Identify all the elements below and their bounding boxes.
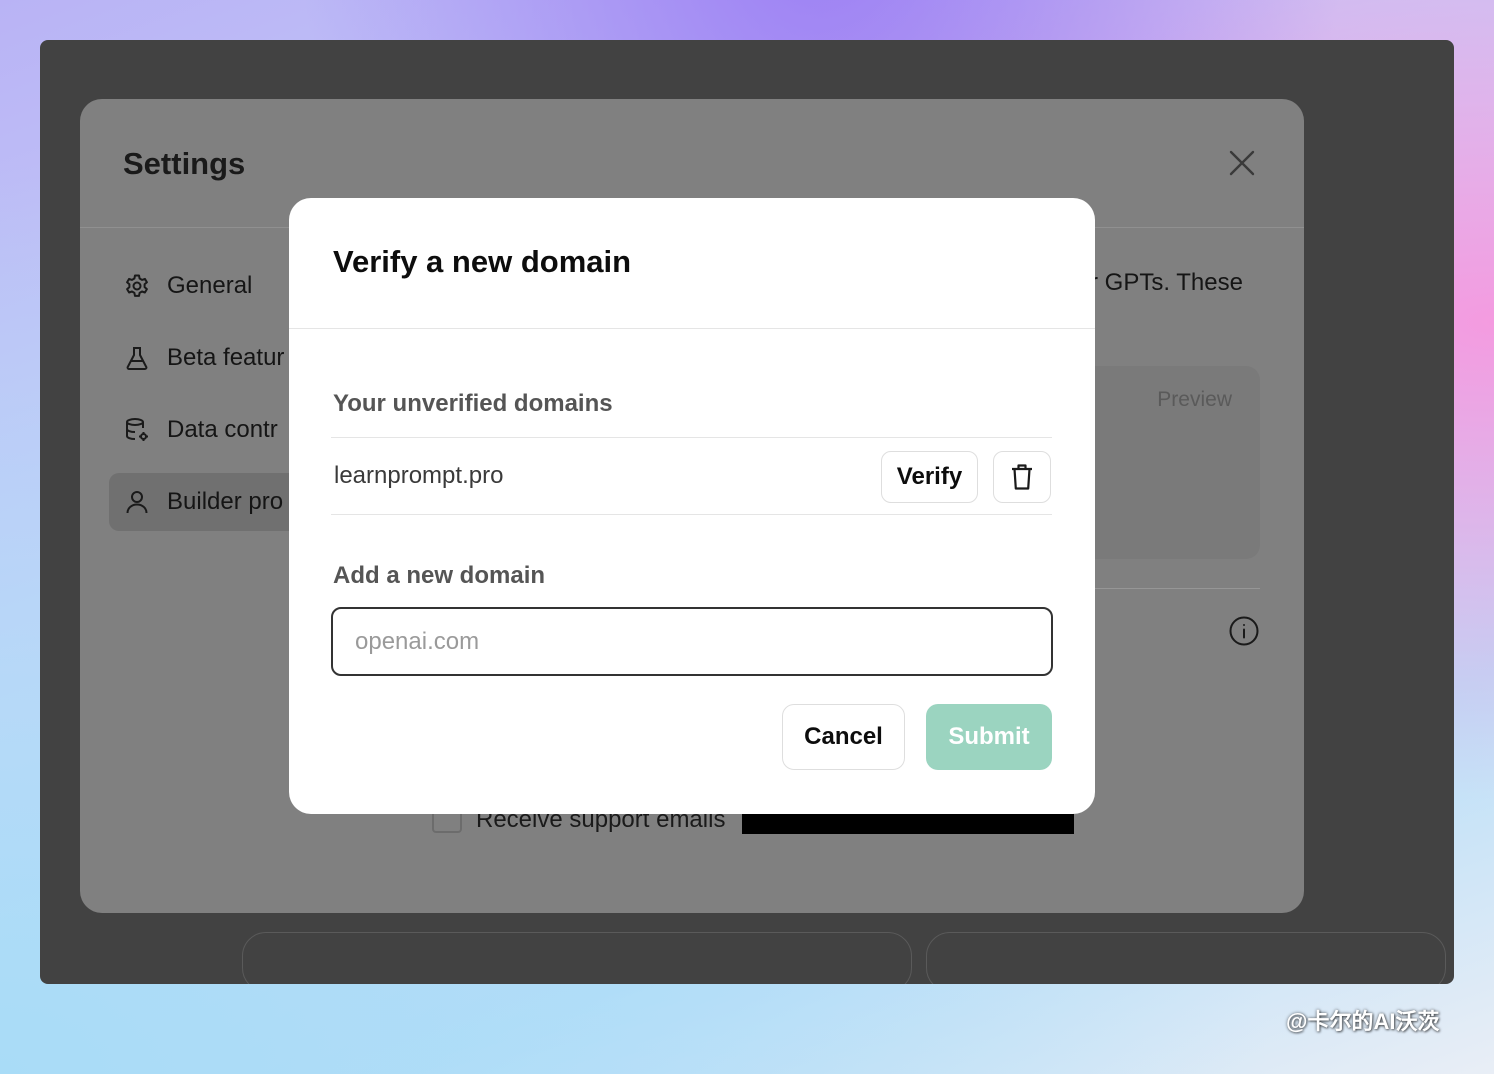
- nav-item-data-controls[interactable]: Data contr: [109, 401, 299, 459]
- background-card: [242, 932, 912, 984]
- database-gear-icon: [124, 417, 150, 443]
- cancel-button[interactable]: Cancel: [782, 704, 905, 770]
- nav-item-label: Data contr: [167, 416, 278, 443]
- verify-button[interactable]: Verify: [881, 451, 978, 503]
- redaction-bar: [742, 812, 1074, 834]
- nav-item-label: Beta featur: [167, 344, 285, 371]
- trash-icon: [1012, 464, 1032, 490]
- new-domain-input[interactable]: [331, 607, 1053, 676]
- user-icon: [124, 489, 150, 515]
- close-button[interactable]: [1226, 147, 1258, 179]
- watermark: @卡尔的AI沃茨: [1286, 1009, 1440, 1034]
- new-domain-label: Add a new domain: [333, 562, 546, 589]
- nav-item-beta-features[interactable]: Beta featur: [109, 329, 299, 387]
- background-cards: [240, 932, 1446, 984]
- background-card: [926, 932, 1446, 984]
- preview-label: Preview: [1157, 388, 1232, 411]
- nav-item-general[interactable]: General: [109, 257, 299, 315]
- flask-icon: [124, 345, 150, 371]
- modal-header: Verify a new domain: [289, 198, 1095, 329]
- gear-icon: [124, 273, 150, 299]
- nav-item-label: General: [167, 272, 253, 299]
- unverified-domains-label: Your unverified domains: [333, 390, 613, 417]
- domain-row: learnprompt.pro Verify: [331, 437, 1052, 515]
- close-icon: [1229, 150, 1255, 176]
- domain-name: learnprompt.pro: [334, 462, 504, 489]
- settings-nav: General Beta featur Data contr Builder p…: [109, 257, 299, 545]
- divider: [1080, 588, 1260, 589]
- delete-domain-button[interactable]: [993, 451, 1051, 503]
- modal-title: Verify a new domain: [333, 244, 632, 279]
- info-icon[interactable]: [1228, 615, 1260, 647]
- nav-item-builder-profile[interactable]: Builder pro: [109, 473, 299, 531]
- verify-domain-modal: Verify a new domain Your unverified doma…: [289, 198, 1095, 814]
- preview-box: Preview: [1080, 366, 1260, 559]
- submit-button[interactable]: Submit: [926, 704, 1052, 770]
- settings-title: Settings: [123, 146, 246, 181]
- nav-item-label: Builder pro: [167, 488, 284, 515]
- builder-profile-description: r GPTs. These: [1090, 269, 1243, 296]
